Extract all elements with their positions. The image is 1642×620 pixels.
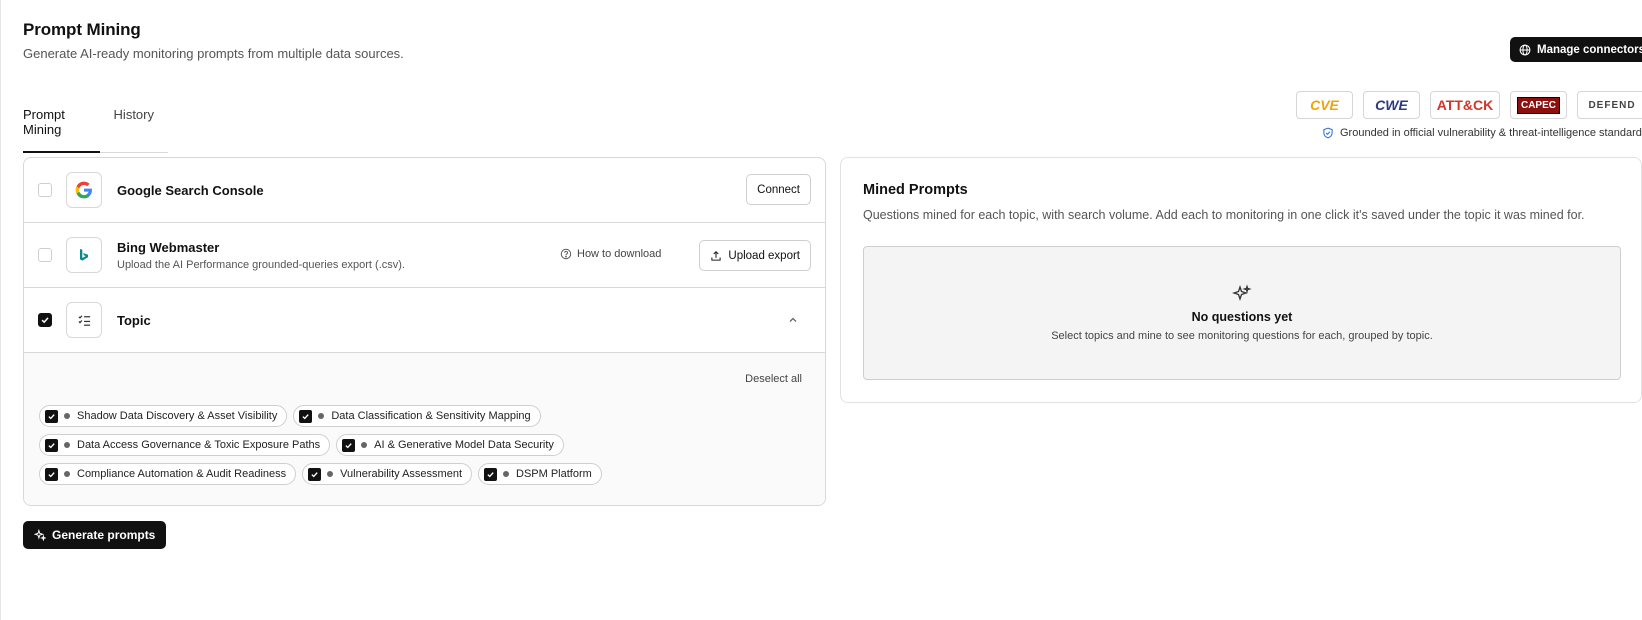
page-title: Prompt Mining (23, 20, 141, 39)
chip-dot (503, 471, 509, 477)
attack-logo: ATT&CK (1430, 91, 1500, 119)
empty-state-subtitle: Select topics and mine to see monitoring… (1051, 330, 1433, 342)
check-icon (48, 471, 55, 477)
upload-export-label: Upload export (728, 249, 800, 262)
upload-export-button[interactable]: Upload export (699, 240, 811, 271)
check-icon (302, 413, 310, 419)
tab-prompt-mining[interactable]: Prompt Mining (23, 99, 100, 153)
cve-logo: CVE (1296, 91, 1353, 119)
google-icon (66, 172, 102, 208)
sparkles-icon (34, 529, 46, 541)
google-title: Google Search Console (117, 182, 264, 198)
chip-checkbox[interactable] (45, 409, 58, 423)
bing-subtitle: Upload the AI Performance grounded-queri… (117, 258, 405, 271)
help-circle-icon (560, 248, 572, 260)
capec-logo: CAPEC (1510, 91, 1567, 119)
manage-connectors-label: Manage connectors (1537, 43, 1642, 56)
tab-bar: Prompt Mining History (23, 99, 168, 153)
chip-dot (64, 471, 70, 477)
chip-label: Shadow Data Discovery & Asset Visibility (77, 410, 278, 422)
check-icon (48, 413, 55, 419)
chip-dot (318, 413, 325, 419)
globe-icon (1519, 44, 1531, 55)
how-to-download-link[interactable]: How to download (560, 248, 661, 260)
generate-prompts-label: Generate prompts (52, 528, 156, 542)
sparkles-icon (1232, 284, 1252, 302)
topic-title: Topic (117, 312, 151, 328)
upload-icon (711, 250, 722, 261)
check-icon (48, 442, 55, 448)
grounded-note: Grounded in official vulnerability & thr… (1322, 127, 1642, 139)
chip-checkbox[interactable] (308, 467, 322, 481)
chip-checkbox[interactable] (45, 438, 58, 452)
check-icon (311, 471, 318, 477)
chip-dot (64, 413, 70, 419)
topic-chip[interactable]: AI & Generative Model Data Security (336, 434, 564, 456)
bing-checkbox[interactable] (38, 248, 52, 262)
tab-history[interactable]: History (114, 99, 154, 152)
chip-label: Data Access Governance & Toxic Exposure … (77, 439, 321, 451)
chip-label: AI & Generative Model Data Security (374, 439, 554, 451)
chip-checkbox[interactable] (484, 467, 497, 481)
check-icon (487, 471, 494, 477)
bing-title: Bing Webmaster (117, 239, 220, 255)
topic-chip[interactable]: Data Classification & Sensitivity Mappin… (293, 405, 541, 427)
chip-checkbox[interactable] (299, 409, 313, 423)
shield-check-icon (1323, 127, 1333, 139)
chip-dot (64, 442, 70, 448)
deselect-all-button[interactable]: Deselect all (745, 373, 802, 385)
check-icon (345, 442, 352, 448)
empty-state: No questions yet Select topics and mine … (863, 246, 1621, 380)
chip-label: Compliance Automation & Audit Readiness (77, 468, 287, 480)
connect-button[interactable]: Connect (746, 174, 811, 205)
grounded-text: Grounded in official vulnerability & thr… (1340, 127, 1642, 139)
page-subtitle: Generate AI-ready monitoring prompts fro… (23, 46, 404, 61)
topic-checkbox[interactable] (38, 313, 52, 327)
topics-panel: Deselect all Shadow Data Discovery & Ass… (24, 353, 825, 505)
topic-chip[interactable]: Data Access Governance & Toxic Exposure … (39, 434, 331, 456)
chip-checkbox[interactable] (45, 467, 58, 481)
chip-label: DSPM Platform (516, 468, 592, 480)
mined-prompts-title: Mined Prompts (863, 182, 968, 198)
chevron-up-icon[interactable] (787, 314, 799, 326)
topic-chip[interactable]: Vulnerability Assessment (302, 463, 472, 485)
list-check-icon (66, 302, 102, 338)
cwe-logo: CWE (1363, 91, 1420, 119)
defend-logo: DEFEND (1577, 91, 1642, 119)
source-row-google: Google Search Console Connect (24, 158, 825, 223)
source-row-bing: Bing Webmaster Upload the AI Performance… (24, 223, 825, 288)
topic-chips: Shadow Data Discovery & Asset Visibility… (39, 405, 819, 492)
bing-icon (66, 237, 102, 273)
chip-dot (327, 471, 334, 477)
how-to-download-label: How to download (577, 248, 662, 260)
manage-connectors-button[interactable]: Manage connectors (1510, 37, 1642, 62)
page-header: Prompt Mining Generate AI-ready monitori… (23, 20, 404, 61)
left-border (0, 0, 1, 620)
topic-chip[interactable]: Shadow Data Discovery & Asset Visibility (39, 405, 288, 427)
topic-chip[interactable]: Compliance Automation & Audit Readiness (39, 463, 297, 485)
check-icon (41, 317, 49, 324)
chip-checkbox[interactable] (342, 438, 356, 452)
capec-logo-text: CAPEC (1516, 96, 1560, 114)
mined-prompts-card: Mined Prompts Questions mined for each t… (840, 157, 1642, 403)
sources-card: Google Search Console Connect Bing Webma… (23, 157, 826, 506)
source-row-topic[interactable]: Topic (24, 288, 825, 353)
chip-label: Vulnerability Assessment (340, 468, 462, 480)
google-checkbox[interactable] (38, 183, 52, 197)
chip-label: Data Classification & Sensitivity Mappin… (331, 410, 531, 422)
standards-logos: CVE CWE ATT&CK CAPEC DEFEND (1296, 91, 1642, 119)
empty-state-title: No questions yet (1191, 310, 1293, 324)
generate-prompts-button[interactable]: Generate prompts (23, 521, 167, 549)
chip-dot (361, 442, 368, 448)
mined-prompts-subtitle: Questions mined for each topic, with sea… (863, 208, 1585, 222)
topic-chip[interactable]: DSPM Platform (478, 463, 602, 485)
